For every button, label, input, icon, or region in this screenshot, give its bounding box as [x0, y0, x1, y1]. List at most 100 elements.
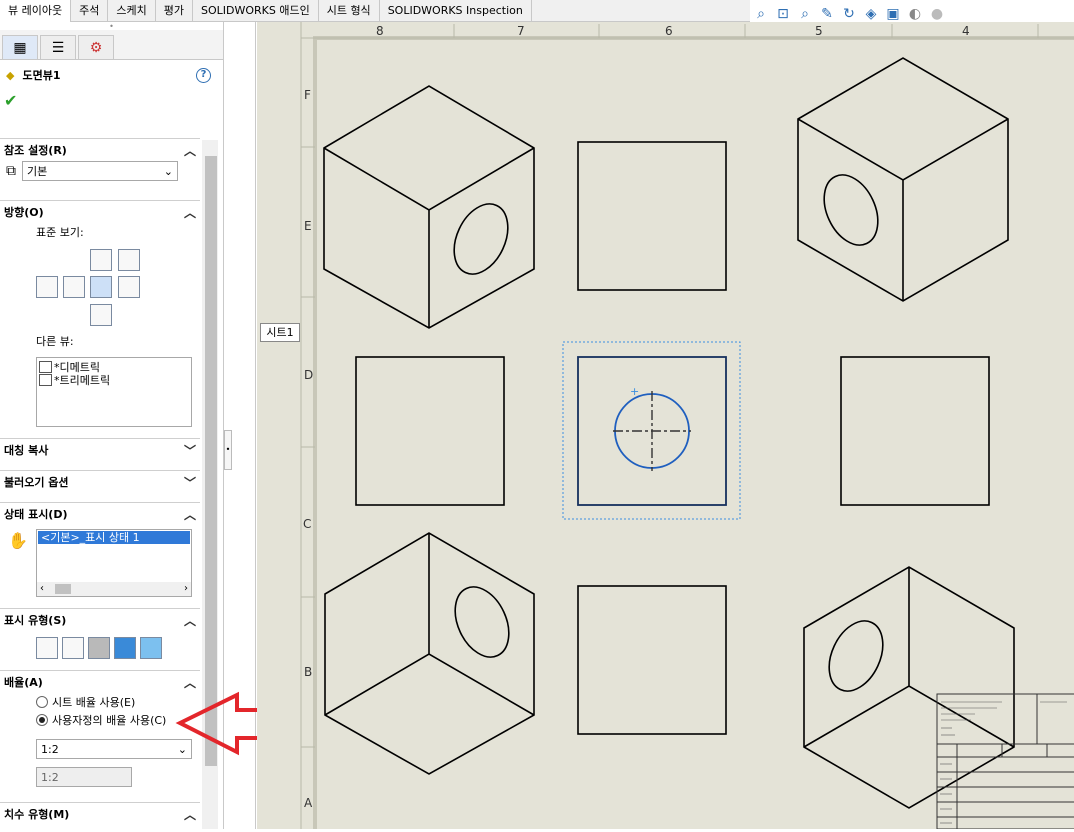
hidden-lines-removed-button[interactable] [88, 637, 110, 659]
zone-label-top: 6 [665, 24, 673, 38]
section-header[interactable]: 치수 유형(M) ︿ [0, 803, 200, 825]
tab-evaluate[interactable]: 평가 [156, 0, 193, 22]
property-manager-tab-icon[interactable]: ▦ [2, 35, 38, 59]
view-checkbox[interactable] [39, 373, 52, 386]
zone-label-left: F [304, 88, 311, 102]
list-item[interactable]: <기본>_표시 상태 1 [38, 531, 190, 544]
drawing-view-icon: ◆ [6, 68, 15, 82]
drawing-canvas[interactable]: 8 7 6 5 4 F E D C B A + [257, 22, 1074, 832]
section-orientation: 방향(O) ︿ 표준 보기: 다른 뷰: *디메트릭 *트리메트릭 [0, 200, 200, 437]
wireframe-button[interactable] [36, 637, 58, 659]
tab-addins[interactable]: SOLIDWORKS 애드인 [193, 0, 319, 22]
horizontal-scrollbar[interactable]: ‹ › [37, 582, 191, 596]
zone-label-left: A [304, 796, 313, 810]
tab-sketch[interactable]: 스케치 [108, 0, 156, 22]
section-header[interactable]: 표시 유형(S) ︿ [0, 609, 200, 631]
collapse-chevron-icon[interactable]: ︿ [184, 204, 196, 221]
view-left-button[interactable] [36, 276, 58, 298]
front-view-bottom[interactable] [577, 585, 727, 735]
section-title: 표시 유형(S) [4, 614, 67, 627]
collapse-chevron-icon[interactable]: ︿ [184, 506, 196, 523]
expand-chevron-icon[interactable]: ﹀ [184, 442, 196, 459]
section-header[interactable]: 상태 표시(D) ︿ [0, 503, 200, 525]
shaded-with-edges-button[interactable] [114, 637, 136, 659]
front-view-top[interactable] [577, 141, 727, 291]
tab-inspection[interactable]: SOLIDWORKS Inspection [380, 0, 532, 22]
previous-view-icon[interactable]: ⌕ [796, 6, 814, 22]
ok-checkmark-icon[interactable]: ✔ [0, 90, 223, 112]
zoom-area-icon[interactable]: ⊡ [774, 6, 792, 22]
view-origin-marker: + [630, 385, 639, 398]
shaded-button[interactable] [140, 637, 162, 659]
isometric-view-top-right[interactable] [797, 57, 1009, 302]
tab-sheet-format[interactable]: 시트 형식 [319, 0, 380, 22]
side-view-right[interactable] [840, 356, 990, 506]
collapse-chevron-icon[interactable]: ︿ [184, 612, 196, 629]
section-header[interactable]: 방향(O) ︿ [0, 201, 200, 223]
tab-view-layout[interactable]: 뷰 레이아웃 [0, 0, 72, 22]
configuration-icon: ⧉ [6, 163, 16, 179]
view-checkbox[interactable] [39, 360, 52, 373]
radio-circle-selected[interactable] [36, 714, 48, 726]
section-title: 참조 설정(R) [4, 144, 67, 157]
collapse-chevron-icon[interactable]: ︿ [184, 806, 196, 823]
isometric-view-bottom-left[interactable] [324, 532, 535, 775]
side-view-left[interactable] [355, 356, 505, 506]
section-title: 상태 표시(D) [4, 508, 68, 521]
display-state-list[interactable]: <기본>_표시 상태 1 ‹ › [36, 529, 192, 597]
section-view-icon[interactable]: ✎ [818, 6, 836, 22]
hidden-lines-visible-button[interactable] [62, 637, 84, 659]
other-views-list[interactable]: *디메트릭 *트리메트릭 [36, 357, 192, 427]
scale-value: 1:2 [41, 742, 59, 756]
selected-drawing-view[interactable]: + [562, 341, 741, 520]
zone-label-top: 5 [815, 24, 823, 38]
scroll-left-icon[interactable]: ‹ [40, 582, 44, 596]
view-orientation-icon[interactable]: ▣ [884, 6, 902, 22]
display-state-icon: ✋ [8, 531, 28, 550]
other-views-label: 다른 뷰: [36, 335, 74, 348]
config-manager-tab-icon[interactable]: ⚙ [78, 35, 114, 59]
collapse-chevron-icon[interactable]: ︿ [184, 142, 196, 159]
expand-chevron-icon[interactable]: ﹀ [184, 474, 196, 491]
help-icon[interactable]: ? [196, 68, 211, 83]
display-style-icon[interactable]: ◈ [862, 6, 880, 22]
view-bottom-button[interactable] [90, 304, 112, 326]
isometric-view-top-left[interactable] [323, 85, 535, 329]
zone-label-top: 7 [517, 24, 525, 38]
hide-show-icon[interactable]: ◐ [906, 6, 924, 22]
list-item[interactable]: *트리메트릭 [54, 372, 110, 388]
section-display-state: 상태 표시(D) ︿ ✋ <기본>_표시 상태 1 ‹ › [0, 502, 200, 606]
radio-circle[interactable] [36, 696, 48, 708]
section-header[interactable]: 불러오기 옵션 ﹀ [0, 471, 200, 493]
heads-up-view-toolbar: ⌕ ⊡ ⌕ ✎ ↻ ◈ ▣ ◐ ● [752, 4, 946, 24]
section-title: 배율(A) [4, 676, 43, 689]
tab-annotation[interactable]: 주석 [71, 0, 109, 22]
view-front-button[interactable] [90, 276, 112, 298]
drawing-sheet[interactable]: 8 7 6 5 4 F E D C B A + [257, 22, 1074, 832]
section-header[interactable]: 대칭 복사 ﹀ [0, 439, 200, 461]
splitter-handle-icon[interactable]: • [224, 430, 232, 470]
section-import-options: 불러오기 옵션 ﹀ [0, 470, 200, 493]
section-title: 불러오기 옵션 [4, 476, 69, 489]
sheet-tooltip: 시트1 [260, 323, 300, 342]
view-back-button[interactable] [90, 249, 112, 271]
rotate-icon[interactable]: ↻ [840, 6, 858, 22]
zone-label-left: D [304, 368, 313, 382]
feature-tree-tab-icon[interactable]: ☰ [40, 35, 76, 59]
panel-tabs: ▦ ☰ ⚙ [0, 30, 223, 60]
scroll-right-icon[interactable]: › [184, 582, 188, 596]
zone-label-left: C [303, 517, 311, 531]
view-top-button[interactable] [63, 276, 85, 298]
view-right-button[interactable] [118, 276, 140, 298]
section-header[interactable]: 참조 설정(R) ︿ [0, 139, 200, 161]
section-title: 방향(O) [4, 206, 44, 219]
zoom-to-fit-icon[interactable]: ⌕ [752, 6, 770, 22]
scale-select[interactable]: 1:2 ⌄ [36, 739, 192, 759]
reference-config-select[interactable]: 기본 ⌄ [22, 161, 178, 181]
panel-grip[interactable]: • [0, 22, 223, 31]
view-isometric-button[interactable] [118, 249, 140, 271]
scrollbar-thumb[interactable] [205, 156, 217, 766]
zone-label-top: 8 [376, 24, 384, 38]
appearance-icon[interactable]: ● [928, 6, 946, 22]
collapse-chevron-icon[interactable]: ︿ [184, 674, 196, 691]
